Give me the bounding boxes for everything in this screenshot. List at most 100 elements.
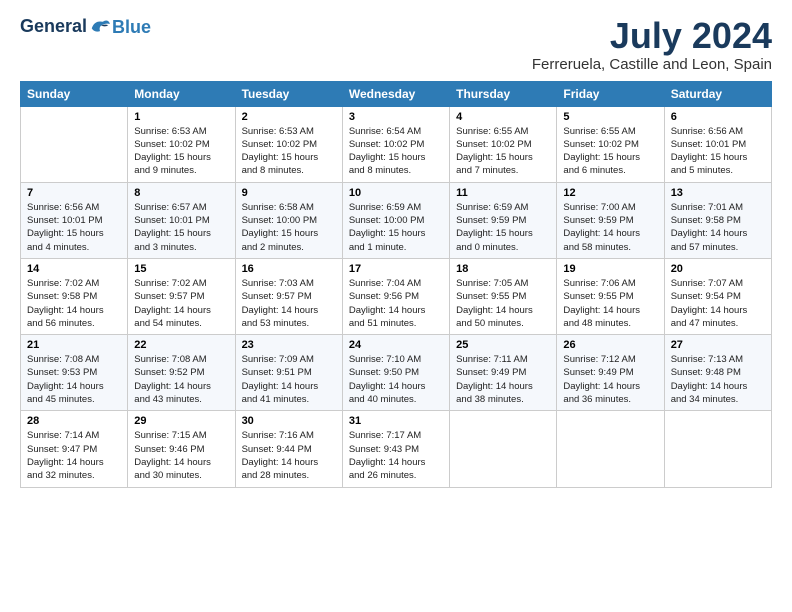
day-number: 5 xyxy=(563,111,657,123)
day-info: Sunrise: 6:58 AMSunset: 10:00 PMDaylight… xyxy=(242,201,336,254)
calendar-cell: 19 Sunrise: 7:06 AMSunset: 9:55 PMDayligh… xyxy=(557,258,664,334)
calendar-cell: 12Sunrise: 7:00 AMSunset: 9:59 PMDayligh… xyxy=(557,182,664,258)
day-info: Sunrise: 7:14 AMSunset: 9:47 PMDaylight:… xyxy=(27,429,121,482)
day-info: Sunrise: 6:55 AMSunset: 10:02 PMDaylight… xyxy=(563,125,657,178)
logo-line2: Blue xyxy=(112,17,151,38)
day-info: Sunrise: 7:08 AMSunset: 9:53 PMDaylight:… xyxy=(27,353,121,406)
calendar-cell xyxy=(450,411,557,487)
calendar-cell: 5 Sunrise: 6:55 AMSunset: 10:02 PMDayligh… xyxy=(557,106,664,182)
header-cell-sunday: Sunday xyxy=(21,81,128,106)
day-number: 10 xyxy=(349,187,443,199)
header-cell-wednesday: Wednesday xyxy=(342,81,449,106)
day-info: Sunrise: 7:04 AMSunset: 9:56 PMDaylight:… xyxy=(349,277,443,330)
day-number: 4 xyxy=(456,111,550,123)
calendar-cell: 24 Sunrise: 7:10 AMSunset: 9:50 PMDayligh… xyxy=(342,335,449,411)
day-info: Sunrise: 6:53 AMSunset: 10:02 PMDaylight… xyxy=(242,125,336,178)
calendar-week-1: 1 Sunrise: 6:53 AMSunset: 10:02 PMDayligh… xyxy=(21,106,772,182)
calendar-week-5: 28 Sunrise: 7:14 AMSunset: 9:47 PMDayligh… xyxy=(21,411,772,487)
day-info: Sunrise: 7:10 AMSunset: 9:50 PMDaylight:… xyxy=(349,353,443,406)
main-title: July 2024 xyxy=(532,16,772,56)
day-number: 31 xyxy=(349,415,443,427)
calendar-week-2: 7 Sunrise: 6:56 AMSunset: 10:01 PMDayligh… xyxy=(21,182,772,258)
calendar-cell: 20Sunrise: 7:07 AMSunset: 9:54 PMDayligh… xyxy=(664,258,771,334)
day-number: 22 xyxy=(134,339,228,351)
day-info: Sunrise: 7:13 AMSunset: 9:48 PMDaylight:… xyxy=(671,353,765,406)
day-info: Sunrise: 7:09 AMSunset: 9:51 PMDaylight:… xyxy=(242,353,336,406)
day-number: 29 xyxy=(134,415,228,427)
bird-icon xyxy=(89,16,111,38)
day-info: Sunrise: 7:02 AMSunset: 9:58 PMDaylight:… xyxy=(27,277,121,330)
calendar-cell: 25 Sunrise: 7:11 AMSunset: 9:49 PMDayligh… xyxy=(450,335,557,411)
calendar-cell: 21 Sunrise: 7:08 AMSunset: 9:53 PMDayligh… xyxy=(21,335,128,411)
day-number: 25 xyxy=(456,339,550,351)
calendar-cell: 8Sunrise: 6:57 AMSunset: 10:01 PMDayligh… xyxy=(128,182,235,258)
day-number: 26 xyxy=(563,339,657,351)
day-info: Sunrise: 7:03 AMSunset: 9:57 PMDaylight:… xyxy=(242,277,336,330)
subtitle: Ferreruela, Castille and Leon, Spain xyxy=(532,56,772,73)
calendar-cell: 6 Sunrise: 6:56 AMSunset: 10:01 PMDayligh… xyxy=(664,106,771,182)
header-cell-saturday: Saturday xyxy=(664,81,771,106)
day-info: Sunrise: 7:11 AMSunset: 9:49 PMDaylight:… xyxy=(456,353,550,406)
calendar-cell: 15 Sunrise: 7:02 AMSunset: 9:57 PMDayligh… xyxy=(128,258,235,334)
day-number: 21 xyxy=(27,339,121,351)
day-number: 16 xyxy=(242,263,336,275)
title-block: July 2024 Ferreruela, Castille and Leon,… xyxy=(532,16,772,73)
calendar-header: SundayMondayTuesdayWednesdayThursdayFrid… xyxy=(21,81,772,106)
header-row: SundayMondayTuesdayWednesdayThursdayFrid… xyxy=(21,81,772,106)
calendar-cell: 22 Sunrise: 7:08 AMSunset: 9:52 PMDayligh… xyxy=(128,335,235,411)
day-number: 27 xyxy=(671,339,765,351)
day-number: 17 xyxy=(349,263,443,275)
calendar-cell: 4Sunrise: 6:55 AMSunset: 10:02 PMDayligh… xyxy=(450,106,557,182)
calendar-page: General Blue July 2024 Ferreruela, Casti… xyxy=(0,0,792,612)
day-info: Sunrise: 7:15 AMSunset: 9:46 PMDaylight:… xyxy=(134,429,228,482)
day-info: Sunrise: 7:07 AMSunset: 9:54 PMDaylight:… xyxy=(671,277,765,330)
calendar-cell: 26 Sunrise: 7:12 AMSunset: 9:49 PMDayligh… xyxy=(557,335,664,411)
day-info: Sunrise: 7:06 AMSunset: 9:55 PMDaylight:… xyxy=(563,277,657,330)
calendar-week-3: 14 Sunrise: 7:02 AMSunset: 9:58 PMDayligh… xyxy=(21,258,772,334)
calendar-cell: 11Sunrise: 6:59 AMSunset: 9:59 PMDayligh… xyxy=(450,182,557,258)
day-info: Sunrise: 7:02 AMSunset: 9:57 PMDaylight:… xyxy=(134,277,228,330)
day-info: Sunrise: 7:12 AMSunset: 9:49 PMDaylight:… xyxy=(563,353,657,406)
calendar-cell: 2 Sunrise: 6:53 AMSunset: 10:02 PMDayligh… xyxy=(235,106,342,182)
calendar-cell xyxy=(664,411,771,487)
calendar-cell: 23 Sunrise: 7:09 AMSunset: 9:51 PMDayligh… xyxy=(235,335,342,411)
calendar-cell: 1Sunrise: 6:53 AMSunset: 10:02 PMDayligh… xyxy=(128,106,235,182)
day-number: 28 xyxy=(27,415,121,427)
calendar-cell: 30Sunrise: 7:16 AMSunset: 9:44 PMDayligh… xyxy=(235,411,342,487)
calendar-cell: 9 Sunrise: 6:58 AMSunset: 10:00 PMDayligh… xyxy=(235,182,342,258)
calendar-cell xyxy=(557,411,664,487)
day-number: 18 xyxy=(456,263,550,275)
day-info: Sunrise: 6:59 AMSunset: 10:00 PMDaylight… xyxy=(349,201,443,254)
day-number: 19 xyxy=(563,263,657,275)
calendar-cell: 29 Sunrise: 7:15 AMSunset: 9:46 PMDayligh… xyxy=(128,411,235,487)
day-number: 2 xyxy=(242,111,336,123)
day-number: 24 xyxy=(349,339,443,351)
day-number: 15 xyxy=(134,263,228,275)
day-number: 6 xyxy=(671,111,765,123)
day-number: 1 xyxy=(134,111,228,123)
day-number: 7 xyxy=(27,187,121,199)
day-info: Sunrise: 7:00 AMSunset: 9:59 PMDaylight:… xyxy=(563,201,657,254)
logo: General Blue xyxy=(20,16,151,38)
day-info: Sunrise: 6:56 AMSunset: 10:01 PMDaylight… xyxy=(671,125,765,178)
day-number: 9 xyxy=(242,187,336,199)
calendar-cell: 3Sunrise: 6:54 AMSunset: 10:02 PMDayligh… xyxy=(342,106,449,182)
calendar-cell: 16 Sunrise: 7:03 AMSunset: 9:57 PMDayligh… xyxy=(235,258,342,334)
calendar-cell: 17 Sunrise: 7:04 AMSunset: 9:56 PMDayligh… xyxy=(342,258,449,334)
day-info: Sunrise: 7:16 AMSunset: 9:44 PMDaylight:… xyxy=(242,429,336,482)
calendar-cell: 28 Sunrise: 7:14 AMSunset: 9:47 PMDayligh… xyxy=(21,411,128,487)
header-cell-tuesday: Tuesday xyxy=(235,81,342,106)
day-number: 13 xyxy=(671,187,765,199)
calendar-cell: 31 Sunrise: 7:17 AMSunset: 9:43 PMDayligh… xyxy=(342,411,449,487)
header-cell-thursday: Thursday xyxy=(450,81,557,106)
day-info: Sunrise: 7:08 AMSunset: 9:52 PMDaylight:… xyxy=(134,353,228,406)
logo-text: General xyxy=(20,16,111,38)
header: General Blue July 2024 Ferreruela, Casti… xyxy=(20,16,772,73)
calendar-cell: 13Sunrise: 7:01 AMSunset: 9:58 PMDayligh… xyxy=(664,182,771,258)
day-number: 23 xyxy=(242,339,336,351)
day-info: Sunrise: 6:56 AMSunset: 10:01 PMDaylight… xyxy=(27,201,121,254)
day-info: Sunrise: 7:17 AMSunset: 9:43 PMDaylight:… xyxy=(349,429,443,482)
day-number: 14 xyxy=(27,263,121,275)
calendar-body: 1 Sunrise: 6:53 AMSunset: 10:02 PMDayligh… xyxy=(21,106,772,487)
calendar-table: SundayMondayTuesdayWednesdayThursdayFrid… xyxy=(20,81,772,488)
